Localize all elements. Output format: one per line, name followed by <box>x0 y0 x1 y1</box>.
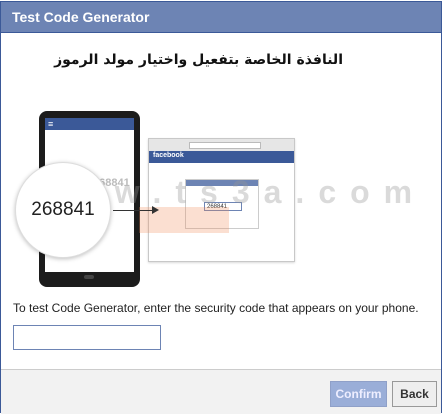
phone-app-bar: ≡ <box>45 118 134 130</box>
code-magnifier-circle: 268841 <box>15 162 111 258</box>
menu-icon: ≡ <box>48 119 54 129</box>
browser-toolbar <box>149 139 294 151</box>
circle-code-text: 268841 <box>31 199 95 220</box>
confirm-button[interactable]: Confirm <box>330 381 387 407</box>
dialog-title: Test Code Generator <box>12 9 150 25</box>
phone-home-button <box>84 275 94 279</box>
test-code-generator-dialog: Test Code Generator النافذة الخاصة بتفعي… <box>0 1 442 414</box>
facebook-bar: facebook <box>149 151 294 163</box>
arrow-right-icon <box>152 206 159 214</box>
dialog-title-bar: Test Code Generator <box>1 2 441 33</box>
dialog-footer: Confirm Back <box>1 369 441 414</box>
security-code-input[interactable] <box>13 325 161 350</box>
arrow-line <box>113 210 155 211</box>
facebook-logo: facebook <box>153 152 184 159</box>
instruction-text: To test Code Generator, enter the securi… <box>13 301 419 315</box>
back-button[interactable]: Back <box>392 381 437 407</box>
arabic-heading: النافذة الخاصة بتفعيل واختيار مولد الرمو… <box>54 52 343 68</box>
browser-url-bar <box>189 142 261 149</box>
